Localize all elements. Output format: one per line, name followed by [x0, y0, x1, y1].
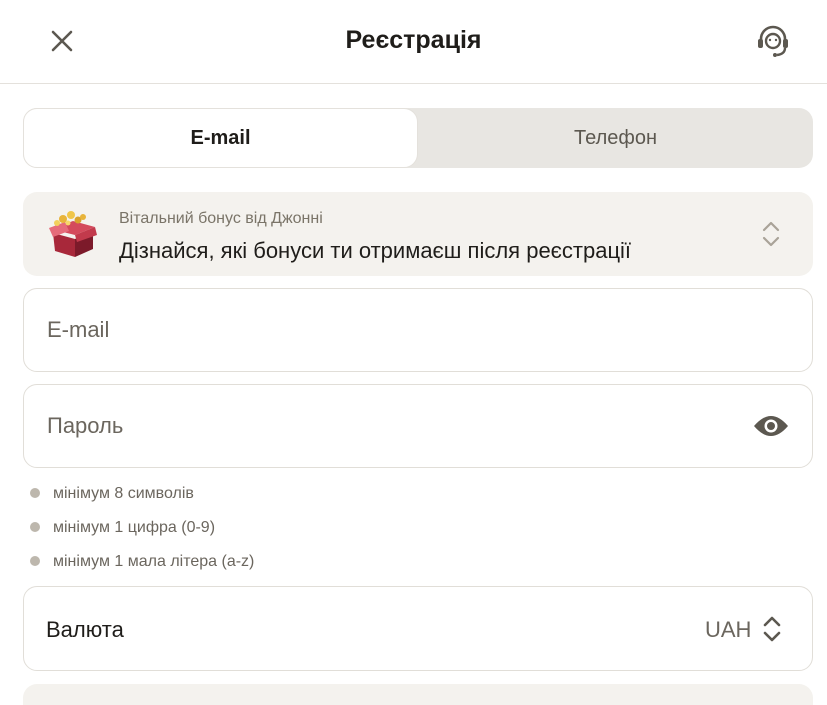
password-field — [23, 384, 813, 468]
rule-dot — [30, 556, 40, 566]
header: Реєстрація — [0, 0, 827, 84]
bonus-title: Дізнайся, які бонуси ти отримаєш після р… — [119, 238, 632, 263]
password-rule: мінімум 8 символів — [28, 483, 254, 517]
support-button[interactable] — [752, 21, 794, 61]
currency-label: Валюта — [46, 617, 124, 642]
password-rule: мінімум 1 мала літера (a-z) — [28, 551, 254, 585]
rule-text: мінімум 1 цифра (0-9) — [53, 519, 216, 536]
page-title: Реєстрація — [345, 26, 482, 54]
show-password-button[interactable] — [752, 411, 790, 441]
auth-method-tabs: E-mail Телефон — [23, 108, 813, 168]
bonus-subtitle: Вітальний бонус від Джонні — [119, 210, 323, 227]
password-input[interactable] — [47, 385, 747, 467]
eye-icon — [754, 416, 788, 436]
rule-text: мінімум 1 мала літера (a-z) — [53, 553, 255, 570]
password-rules: мінімум 8 символів мінімум 1 цифра (0-9)… — [28, 483, 254, 585]
headset-icon — [758, 25, 788, 57]
gift-box-icon — [49, 211, 97, 257]
chevron-up-down-icon — [762, 221, 780, 247]
email-field — [23, 288, 813, 372]
rule-text: мінімум 8 символів — [53, 485, 194, 502]
tab-phone[interactable]: Телефон — [418, 108, 813, 168]
next-field-partial — [23, 684, 813, 705]
currency-select[interactable]: Валюта UAH — [23, 586, 813, 671]
tab-email[interactable]: E-mail — [23, 108, 418, 168]
welcome-bonus-selector[interactable]: Вітальний бонус від Джонні Дізнайся, які… — [23, 192, 813, 276]
password-rule: мінімум 1 цифра (0-9) — [28, 517, 254, 551]
rule-dot — [30, 522, 40, 532]
currency-value: UAH — [705, 617, 752, 642]
rule-dot — [30, 488, 40, 498]
chevron-up-down-icon — [763, 616, 781, 642]
email-input[interactable] — [47, 289, 747, 371]
